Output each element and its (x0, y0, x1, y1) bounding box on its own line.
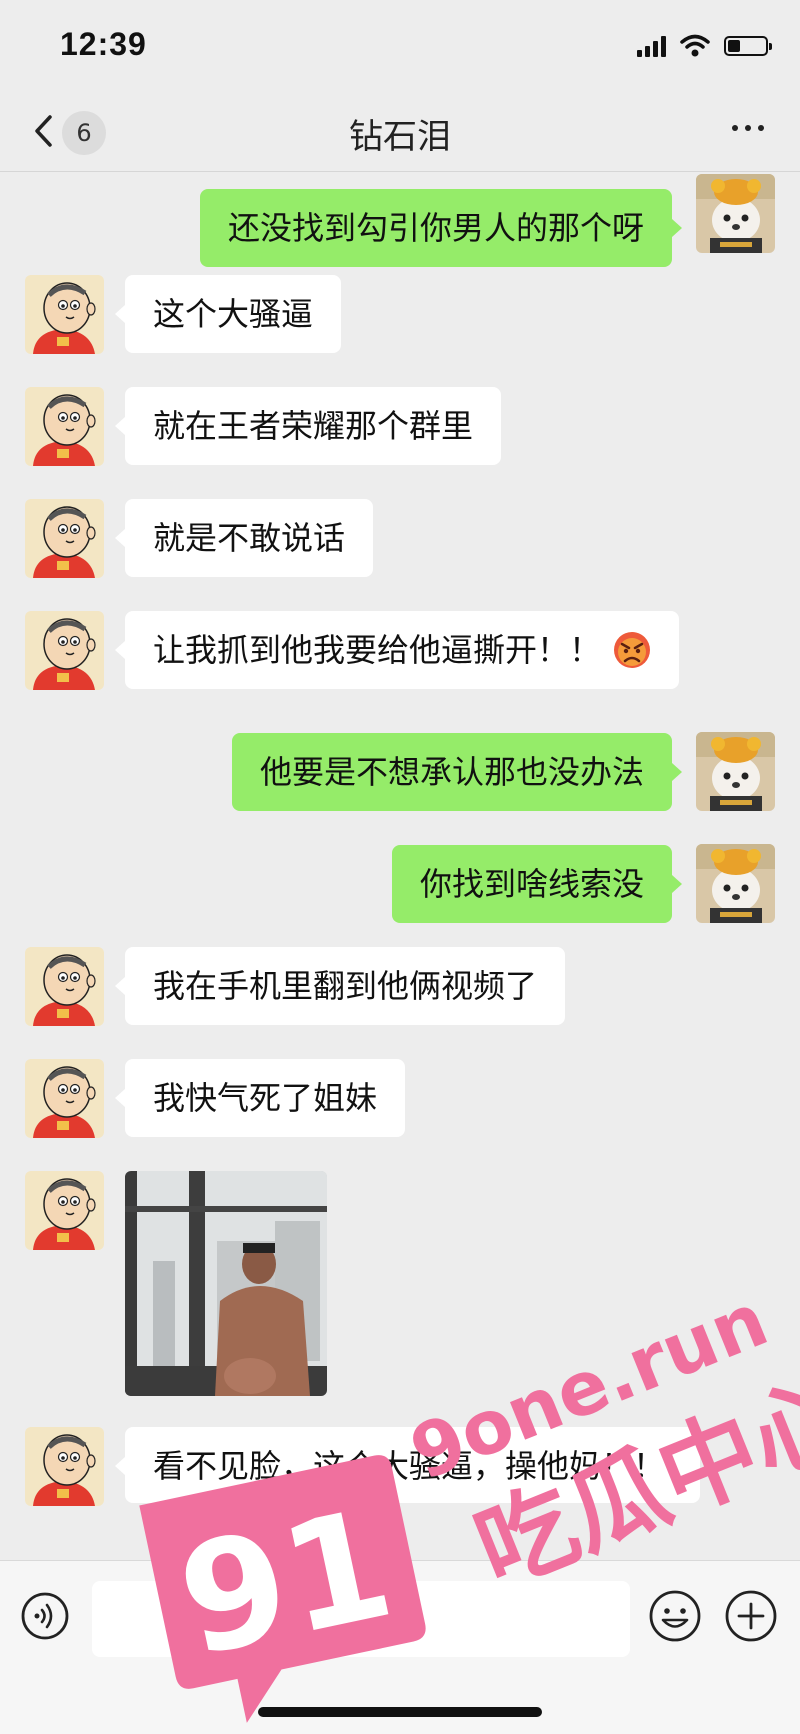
status-icons (637, 34, 772, 58)
message-bubble[interactable]: 他要是不想承认那也没办法 (231, 733, 683, 811)
message-bubble[interactable]: 还没找到勾引你男人的那个呀 (199, 189, 683, 267)
more-options-icon[interactable] (732, 125, 764, 131)
input-bar (0, 1560, 800, 1734)
chat-header: 6 钻石泪 (0, 95, 800, 172)
angry-face-emoji-icon (614, 632, 651, 668)
message-bubble[interactable]: 看不见脸，这个大骚逼，操他妈！！ (115, 1427, 700, 1503)
message-list[interactable]: 还没找到勾引你男人的那个呀 这个大骚逼 就在王者荣耀那个群里 就是不敢说话 让我… (0, 172, 800, 1560)
photo-message[interactable] (125, 1171, 327, 1396)
contact-avatar[interactable] (25, 947, 104, 1026)
voice-input-icon[interactable] (20, 1591, 70, 1641)
self-avatar[interactable] (696, 732, 775, 811)
cellular-signal-icon (637, 35, 666, 57)
emoji-picker-icon[interactable] (648, 1589, 702, 1643)
message-bubble[interactable]: 就是不敢说话 (114, 499, 374, 577)
chat-title: 钻石泪 (349, 117, 451, 157)
status-bar: 12:39 (0, 0, 800, 95)
wifi-icon (680, 34, 710, 57)
message-text: 让我抓到他我要给他逼撕开！！ (153, 631, 602, 669)
contact-avatar[interactable] (25, 387, 104, 466)
message-input[interactable] (92, 1581, 630, 1657)
message-bubble[interactable]: 我快气死了姐妹 (114, 1059, 406, 1137)
contact-avatar[interactable] (25, 1059, 104, 1138)
contact-avatar[interactable] (25, 499, 104, 578)
message-bubble[interactable]: 这个大骚逼 (114, 275, 342, 353)
message-bubble[interactable]: 让我抓到他我要给他逼撕开！！ (114, 611, 680, 689)
battery-icon (724, 36, 772, 56)
status-time: 12:39 (60, 26, 147, 62)
contact-avatar[interactable] (25, 611, 104, 690)
message-bubble[interactable]: 我在手机里翻到他俩视频了 (114, 947, 566, 1025)
home-indicator[interactable] (258, 1707, 542, 1717)
message-bubble[interactable]: 你找到啥线索没 (391, 845, 683, 923)
self-avatar[interactable] (696, 174, 775, 253)
contact-avatar[interactable] (25, 1171, 104, 1250)
contact-avatar[interactable] (25, 275, 104, 354)
self-avatar[interactable] (696, 844, 775, 923)
add-attachment-icon[interactable] (724, 1589, 778, 1643)
message-bubble[interactable]: 就在王者荣耀那个群里 (114, 387, 502, 465)
contact-avatar[interactable] (25, 1427, 104, 1506)
